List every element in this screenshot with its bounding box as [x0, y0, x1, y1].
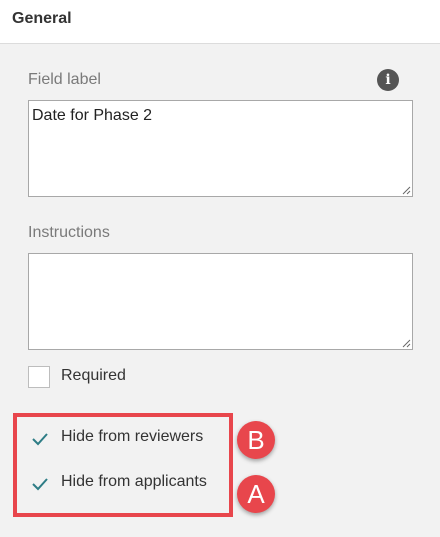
- settings-panel: General Field label i Date for Phase 2 I…: [0, 0, 440, 537]
- resize-grip-icon[interactable]: [401, 185, 411, 195]
- required-label: Required: [61, 367, 126, 384]
- info-icon[interactable]: i: [377, 69, 399, 91]
- field-label-textarea[interactable]: Date for Phase 2: [28, 100, 413, 197]
- panel-header: General: [0, 0, 440, 44]
- required-checkbox[interactable]: [28, 366, 50, 388]
- annotation-highlight-box: [13, 413, 233, 517]
- annotation-marker-b: B: [237, 421, 275, 459]
- field-label-caption: Field label: [28, 71, 101, 88]
- annotation-marker-a: A: [237, 475, 275, 513]
- resize-grip-icon[interactable]: [401, 338, 411, 348]
- instructions-textarea[interactable]: [28, 253, 413, 350]
- field-label-value: Date for Phase 2: [32, 107, 153, 124]
- panel-title: General: [12, 10, 72, 27]
- instructions-caption: Instructions: [28, 224, 110, 241]
